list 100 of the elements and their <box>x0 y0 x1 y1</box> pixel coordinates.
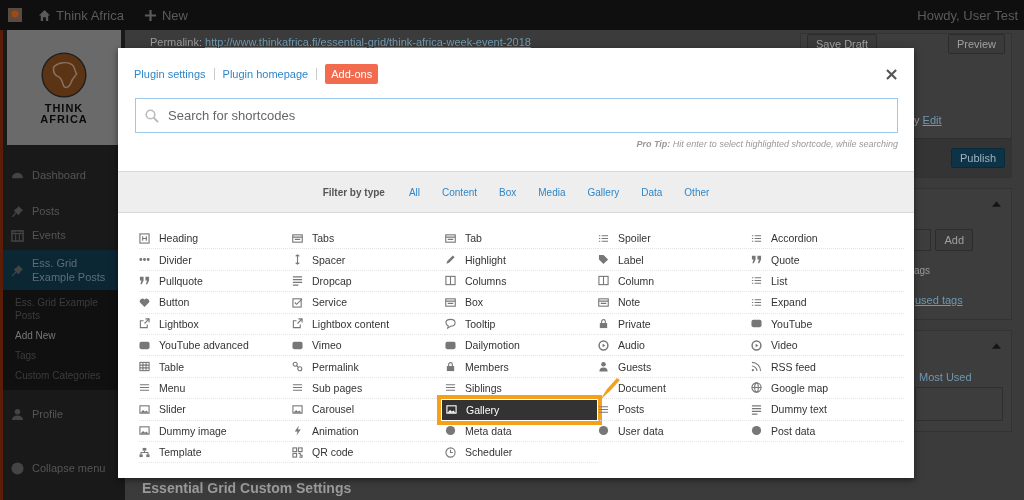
close-button[interactable]: × <box>879 65 903 83</box>
shortcode-item[interactable]: Video <box>751 334 904 357</box>
shortcode-item[interactable]: Lightbox <box>139 313 292 335</box>
shortcode-item[interactable]: Service <box>292 292 445 314</box>
shortcode-item[interactable]: RSS feed <box>751 356 904 378</box>
sitemap-icon <box>139 446 150 458</box>
shortcode-item[interactable]: Animation <box>292 420 445 442</box>
shortcode-item[interactable]: Tabs <box>292 228 445 250</box>
status-text: y <box>914 114 920 126</box>
shortcode-item[interactable]: Members <box>445 356 598 378</box>
shortcode-item[interactable]: User data <box>598 420 751 442</box>
shortcode-item[interactable]: Accordion <box>751 228 904 250</box>
pointer-arrow <box>600 378 620 400</box>
shortcode-item[interactable]: Menu <box>139 377 292 400</box>
shortcode-item[interactable]: Spoiler <box>598 228 751 250</box>
shortcode-item[interactable]: Scheduler <box>445 441 598 464</box>
quote-icon <box>139 275 150 287</box>
shortcode-item[interactable]: Vimeo <box>292 334 445 357</box>
shortcode-item[interactable]: Note <box>598 292 751 314</box>
used-tags-link[interactable]: used tags <box>915 294 963 306</box>
shortcode-item[interactable]: Label <box>598 249 751 271</box>
shortcode-item[interactable]: Expand <box>751 292 904 314</box>
shortcode-item[interactable]: Dummy text <box>751 399 904 421</box>
shortcode-item[interactable]: Slider <box>139 399 292 421</box>
shortcode-item[interactable]: QR code <box>292 441 445 464</box>
external-link-icon <box>139 318 150 330</box>
add-button[interactable]: Add <box>935 229 973 251</box>
shortcode-item[interactable]: Dummy image <box>139 420 292 442</box>
shortcode-item[interactable]: Private <box>598 313 751 335</box>
play-icon <box>598 339 609 351</box>
shortcode-item[interactable]: Quote <box>751 249 904 271</box>
filter-link[interactable]: Other <box>684 186 710 198</box>
shortcode-item[interactable]: List <box>751 270 904 293</box>
filter-link[interactable]: Content <box>442 186 478 198</box>
menu-icon <box>139 382 150 394</box>
bolt-icon <box>292 425 303 437</box>
shortcode-item[interactable]: YouTube advanced <box>139 334 292 357</box>
shortcode-item[interactable]: Highlight <box>445 249 598 271</box>
africa-logo-icon <box>41 52 87 98</box>
info-icon <box>445 425 456 437</box>
shortcode-item[interactable]: Heading <box>139 228 292 250</box>
external-link-icon <box>292 318 303 330</box>
video-icon <box>751 318 762 330</box>
video-icon <box>139 339 150 351</box>
checkbox-icon <box>292 296 303 308</box>
filter-link[interactable]: Data <box>641 186 663 198</box>
tag-icon <box>598 254 609 266</box>
shortcode-item[interactable]: Box <box>445 292 598 314</box>
publish-button[interactable]: Publish <box>950 148 1005 168</box>
shortcode-item[interactable]: Guests <box>598 356 751 378</box>
image-icon <box>446 404 457 416</box>
permalink-link[interactable]: http://www.thinkafrica.fi/essential-grid/think-africa-week-event-2018 <box>205 36 531 48</box>
site-logo-icon[interactable] <box>8 8 22 22</box>
edit-link[interactable]: Edit <box>922 114 942 126</box>
caret-up-icon[interactable] <box>992 343 1001 349</box>
heart-icon <box>139 296 150 308</box>
shortcode-item[interactable]: Permalink <box>292 356 445 378</box>
plus-icon <box>143 8 157 22</box>
shortcode-item[interactable]: Button <box>139 292 292 314</box>
shortcode-item[interactable]: Dropcap <box>292 270 445 293</box>
pushpin-icon <box>11 204 24 218</box>
filter-link[interactable]: All <box>408 186 420 198</box>
caret-up-icon[interactable] <box>992 201 1001 207</box>
filter-link[interactable]: Box <box>499 186 517 198</box>
shortcode-item[interactable]: Tooltip <box>445 313 598 335</box>
shortcode-item[interactable]: Column <box>598 270 751 293</box>
shortcode-item[interactable]: Tab <box>445 228 598 250</box>
video-icon <box>292 339 303 351</box>
most-used-tab[interactable]: Most Used <box>919 371 972 383</box>
shortcode-item[interactable]: Posts <box>598 399 751 421</box>
shortcode-item[interactable]: Table <box>139 356 292 378</box>
shortcode-item[interactable]: Columns <box>445 270 598 293</box>
shortcode-item[interactable]: Divider <box>139 249 292 271</box>
menu-icon <box>598 403 609 415</box>
search-field[interactable]: Search for shortcodes <box>135 98 898 133</box>
plugin-link[interactable]: Plugin settings <box>134 68 206 80</box>
section-title: Essential Grid Custom Settings <box>142 480 353 496</box>
shortcode-item[interactable]: Post data <box>751 420 904 442</box>
shortcode-item[interactable]: Lightbox content <box>292 313 445 335</box>
shortcode-item[interactable]: Pullquote <box>139 270 292 293</box>
shortcode-item[interactable]: Audio <box>598 334 751 357</box>
search-icon <box>145 109 159 123</box>
plugin-link[interactable]: Plugin homepage <box>222 68 309 80</box>
preview-button[interactable]: Preview <box>947 34 1005 54</box>
image-icon <box>139 425 150 437</box>
shortcode-item[interactable]: Dailymotion <box>445 334 598 357</box>
shortcode-item[interactable]: Template <box>139 441 292 464</box>
shortcode-item[interactable]: Google map <box>751 377 904 400</box>
filter-link[interactable]: Gallery <box>587 186 620 198</box>
clock-icon <box>445 446 456 458</box>
shortcode-item[interactable]: Spacer <box>292 249 445 271</box>
permalink-text: Permalink: http://www.thinkafrica.fi/essential-grid/think-africa-week-event-2018 <box>150 36 531 48</box>
shortcode-item[interactable]: Meta data <box>445 420 598 442</box>
quote-icon <box>751 254 762 266</box>
shortcode-item[interactable]: YouTube <box>751 313 904 335</box>
pushpin-icon <box>11 263 24 277</box>
info-icon <box>598 425 609 437</box>
video-icon <box>445 339 456 351</box>
filter-link[interactable]: Media <box>538 186 566 198</box>
qr-code-icon <box>292 446 303 458</box>
